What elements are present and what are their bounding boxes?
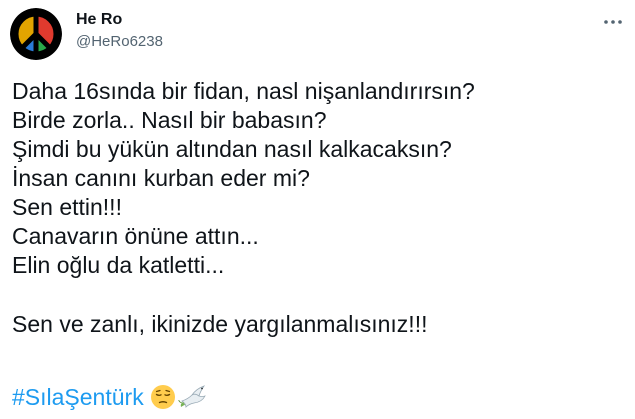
tweet-line: Elin oğlu da katletti... xyxy=(12,252,225,278)
tweet-line: Sen ettin!!! xyxy=(12,194,122,220)
avatar[interactable] xyxy=(10,8,62,60)
dove-icon xyxy=(178,385,206,408)
emoji-group xyxy=(150,383,208,411)
tweet-card: He Ro @HeRo6238 Daha 16sında bir fidan, … xyxy=(0,0,635,419)
tweet-line: Birde zorla.. Nasıl bir babasın? xyxy=(12,107,327,133)
more-options-button[interactable] xyxy=(598,10,628,34)
hashtag-row: #SılaŞentürk xyxy=(12,382,208,412)
tweet-text: Daha 16sında bir fidan, nasl nişanlandır… xyxy=(12,77,622,339)
tweet-line: Sen ve zanlı, ikinizde yargılanmalısınız… xyxy=(12,311,428,337)
user-handle[interactable]: @HeRo6238 xyxy=(76,32,163,52)
hashtag-link[interactable]: #SılaŞentürk xyxy=(12,382,144,412)
tweet-line: Canavarın önüne attın... xyxy=(12,223,259,249)
more-horizontal-icon xyxy=(604,20,622,24)
tweet-line: Şimdi bu yükün altından nasıl kalkacaksı… xyxy=(12,136,452,162)
pensive-face-icon xyxy=(150,385,175,409)
peace-sign-icon xyxy=(10,8,62,60)
tweet-line: İnsan canını kurban eder mi? xyxy=(12,165,310,191)
tweet-line: Daha 16sında bir fidan, nasl nişanlandır… xyxy=(12,78,475,104)
display-name[interactable]: He Ro xyxy=(76,10,122,30)
